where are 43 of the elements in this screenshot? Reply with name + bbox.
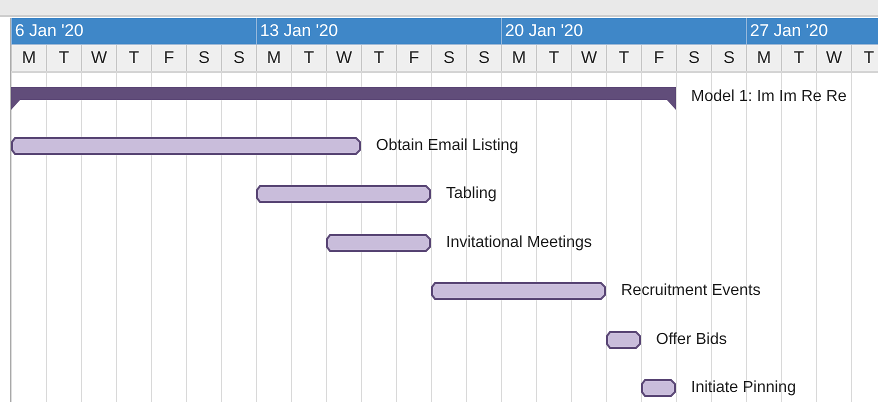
weekday-label: M bbox=[11, 45, 46, 71]
task-bar[interactable] bbox=[606, 330, 641, 349]
weekday-label: W bbox=[816, 45, 851, 71]
weekday-label: S bbox=[466, 45, 501, 71]
weekday-label: S bbox=[186, 45, 221, 71]
task-bar[interactable] bbox=[11, 136, 361, 155]
weekday-label: T bbox=[46, 45, 81, 71]
weekday-label: T bbox=[851, 45, 878, 71]
weekday-label: M bbox=[746, 45, 781, 71]
weekday-label: W bbox=[326, 45, 361, 71]
weekday-label: S bbox=[431, 45, 466, 71]
weekday-label: S bbox=[676, 45, 711, 71]
week-label: 6 Jan '20 bbox=[15, 21, 84, 40]
weekday-label: W bbox=[81, 45, 116, 71]
summary-bar[interactable] bbox=[11, 86, 676, 110]
weekday-label: T bbox=[116, 45, 151, 71]
weekday-label: T bbox=[781, 45, 816, 71]
task-label: Invitational Meetings bbox=[445, 234, 592, 252]
task-bar[interactable] bbox=[256, 185, 431, 204]
weekday-label: T bbox=[606, 45, 641, 71]
weekday-label: F bbox=[396, 45, 431, 71]
weekday-label: S bbox=[221, 45, 256, 71]
weekday-label: T bbox=[536, 45, 571, 71]
task-label: Tabling bbox=[445, 185, 497, 204]
week-label: 27 Jan '20 bbox=[750, 21, 828, 40]
weekday-label: F bbox=[151, 45, 186, 71]
week-label: 13 Jan '20 bbox=[260, 21, 338, 40]
task-label: Initiate Pinning bbox=[690, 379, 796, 398]
task-bar[interactable] bbox=[326, 234, 431, 252]
weekday-label: S bbox=[711, 45, 746, 71]
task-bar[interactable] bbox=[641, 379, 676, 398]
task-label: Recruitment Events bbox=[620, 282, 761, 300]
task-label: Obtain Email Listing bbox=[375, 136, 518, 155]
weekday-label: M bbox=[501, 45, 536, 71]
weekday-label: T bbox=[291, 45, 326, 71]
summary-label: Model 1: Im Im Re Re bbox=[690, 88, 847, 106]
week-label: 20 Jan '20 bbox=[505, 21, 583, 40]
weekday-label: T bbox=[361, 45, 396, 71]
weekday-label: W bbox=[571, 45, 606, 71]
weekday-label: M bbox=[256, 45, 291, 71]
task-label: Offer Bids bbox=[655, 330, 727, 349]
weekday-label: F bbox=[641, 45, 676, 71]
task-bar[interactable] bbox=[431, 282, 606, 300]
